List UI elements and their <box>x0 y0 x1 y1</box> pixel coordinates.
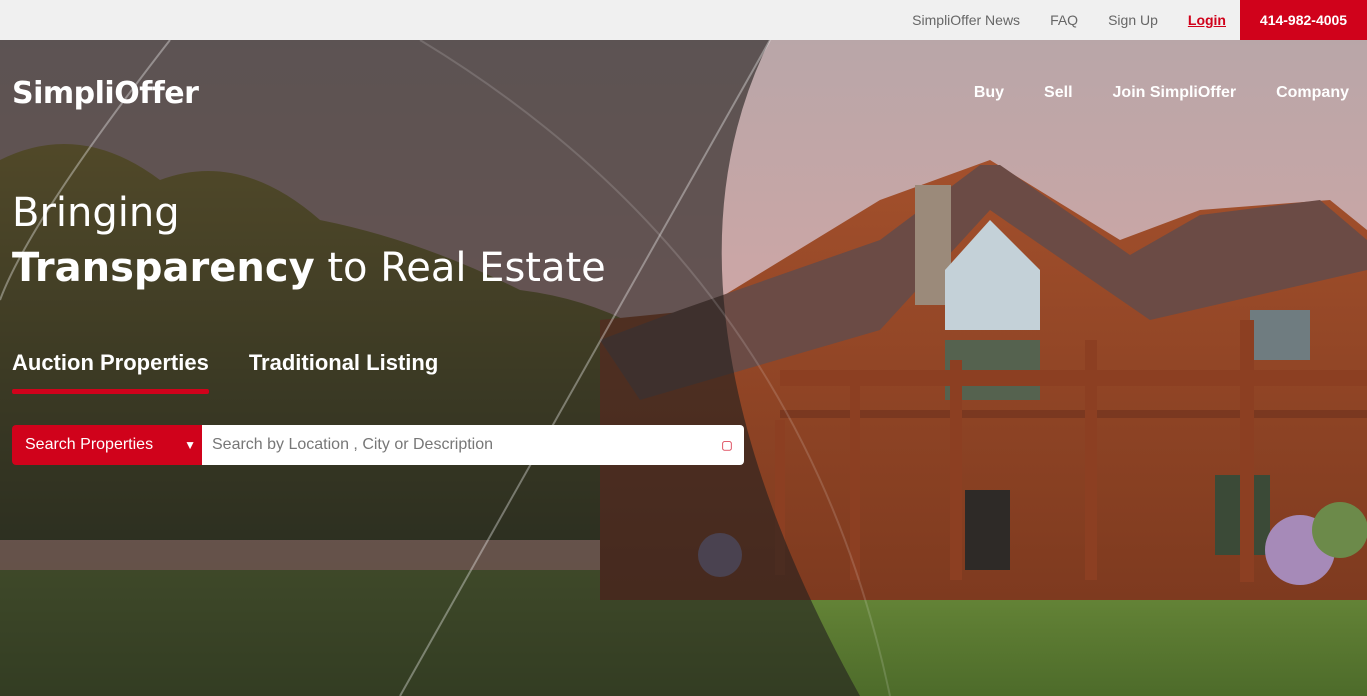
headline-line1: Bringing <box>12 190 180 236</box>
faq-link[interactable]: FAQ <box>1050 12 1078 28</box>
search-bar: Search Properties ▼ ▢ <box>12 425 744 465</box>
headline-line2: Transparency to Real Estate <box>12 240 606 296</box>
main-nav: Buy Sell Join SimpliOffer Company <box>974 84 1349 102</box>
tab-traditional[interactable]: Traditional Listing <box>249 350 438 394</box>
phone-button[interactable]: 414-982-4005 <box>1240 0 1367 40</box>
search-input[interactable] <box>212 436 720 454</box>
nav-buy[interactable]: Buy <box>974 84 1004 102</box>
tab-auction[interactable]: Auction Properties <box>12 350 209 394</box>
news-link[interactable]: SimpliOffer News <box>912 12 1020 28</box>
nav-company[interactable]: Company <box>1276 84 1349 102</box>
hero-headline: Bringing Transparency to Real Estate <box>12 186 606 296</box>
signup-link[interactable]: Sign Up <box>1108 12 1158 28</box>
headline-rest: to Real Estate <box>314 245 606 291</box>
headline-bold: Transparency <box>12 245 315 291</box>
chevron-down-icon: ▼ <box>184 438 196 452</box>
property-tabs: Auction Properties Traditional Listing <box>12 350 438 394</box>
search-icon[interactable]: ▢ <box>720 438 734 452</box>
hero-section: SimpliOffer Buy Sell Join SimpliOffer Co… <box>0 40 1367 696</box>
login-link[interactable]: Login <box>1188 12 1226 28</box>
logo[interactable]: SimpliOffer <box>12 76 199 111</box>
search-type-label: Search Properties <box>25 436 154 453</box>
nav-join[interactable]: Join SimpliOffer <box>1113 84 1237 102</box>
nav-sell[interactable]: Sell <box>1044 84 1072 102</box>
search-field-wrap: ▢ <box>202 425 744 465</box>
search-type-select[interactable]: Search Properties ▼ <box>12 425 202 465</box>
top-utility-bar: SimpliOffer News FAQ Sign Up Login 414-9… <box>0 0 1367 40</box>
